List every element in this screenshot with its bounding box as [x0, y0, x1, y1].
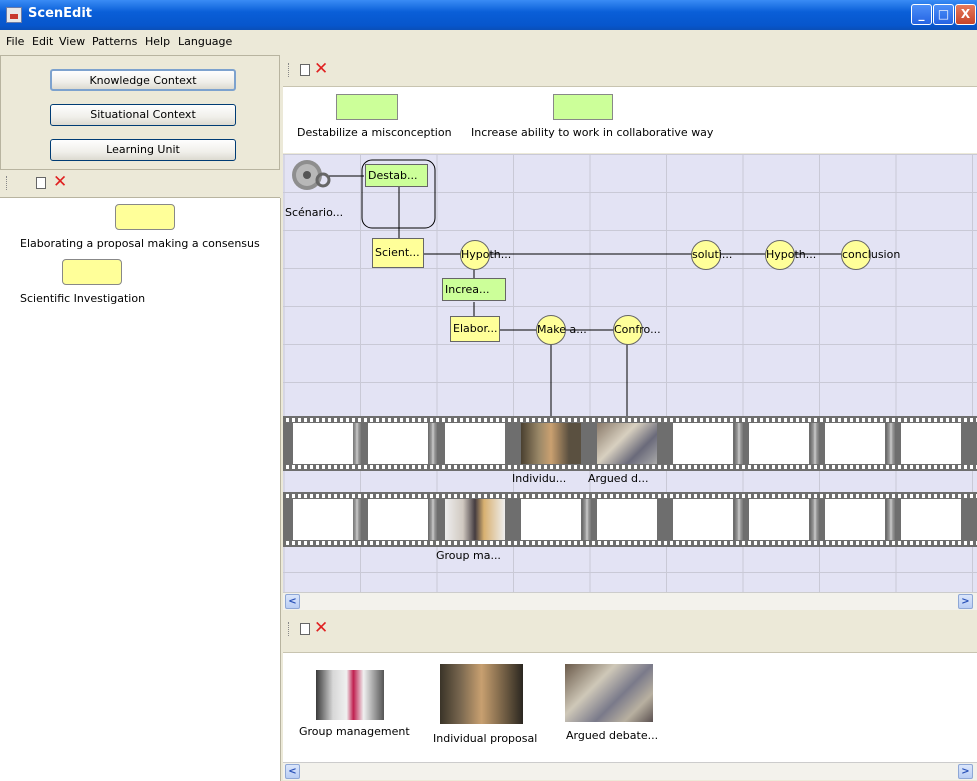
menu-help[interactable]: Help	[145, 35, 170, 48]
delete-icon[interactable]: ✕	[53, 174, 67, 191]
menu-view[interactable]: View	[59, 35, 85, 48]
scenario-canvas[interactable]: Scénario... Destab... Scient... Increa..…	[283, 154, 977, 592]
close-button[interactable]: X	[955, 4, 976, 25]
title-bar[interactable]	[0, 0, 977, 30]
film-frame[interactable]	[901, 499, 961, 540]
film-frame[interactable]	[901, 423, 961, 464]
photo-individual-frame[interactable]	[521, 423, 581, 464]
film-strip[interactable]	[283, 492, 977, 547]
activity-swatch[interactable]	[62, 259, 122, 285]
activity-circle-node[interactable]: conclusion	[841, 240, 900, 270]
activity-circle-node[interactable]: soluti...	[691, 240, 732, 270]
film-frame[interactable]	[749, 423, 809, 464]
argued-debate-thumbnail[interactable]	[565, 664, 653, 722]
situational-context-button[interactable]: Situational Context	[50, 104, 236, 126]
film-frame[interactable]	[445, 423, 505, 464]
activity-circle-node[interactable]: Confro...	[613, 315, 661, 345]
menu-patterns[interactable]: Patterns	[92, 35, 137, 48]
film-frame[interactable]	[825, 423, 885, 464]
film-frame[interactable]	[673, 423, 733, 464]
minimize-button[interactable]: _	[911, 4, 932, 25]
activity-circle-node[interactable]: Hypoth...	[460, 240, 511, 270]
film-reel-icon	[292, 160, 331, 190]
activity-palette	[0, 198, 281, 781]
objective-swatch[interactable]	[553, 94, 613, 120]
resource-label: Individual proposal	[433, 732, 538, 745]
film-frame[interactable]	[368, 423, 428, 464]
scroll-right-button[interactable]: >	[958, 594, 973, 609]
group-management-thumbnail[interactable]	[316, 670, 384, 720]
film-label: Group ma...	[436, 549, 501, 562]
scenario-label: Scénario...	[285, 206, 344, 219]
delete-icon[interactable]: ✕	[314, 620, 328, 637]
film-frame[interactable]	[293, 499, 353, 540]
photo-debate-frame[interactable]	[597, 423, 657, 464]
objective-node[interactable]: Increa...	[442, 278, 506, 301]
menu-language[interactable]: Language	[178, 35, 232, 48]
film-frame[interactable]	[521, 499, 581, 540]
objective-swatch[interactable]	[336, 94, 398, 120]
activity-circle-node[interactable]: Make a...	[536, 315, 587, 345]
film-frame[interactable]	[749, 499, 809, 540]
activity-label: Scientific Investigation	[20, 292, 146, 305]
resources-hscrollbar[interactable]: < >	[283, 762, 977, 780]
menu-file[interactable]: File	[6, 35, 24, 48]
objective-label: Destabilize a misconception	[297, 126, 452, 139]
film-frame[interactable]	[825, 499, 885, 540]
menu-edit[interactable]: Edit	[32, 35, 53, 48]
resource-label: Argued debate...	[566, 729, 659, 742]
film-label: Argued d...	[588, 472, 649, 485]
film-frame[interactable]	[597, 499, 657, 540]
resource-label: Group management	[299, 725, 410, 738]
maximize-button[interactable]: □	[933, 4, 954, 25]
activity-node[interactable]: Elabor...	[450, 316, 500, 342]
activity-node[interactable]: Scient...	[372, 238, 424, 268]
activity-label: Elaborating a proposal making a consensu…	[20, 237, 260, 250]
scroll-right-button[interactable]: >	[958, 764, 973, 779]
menu-bar: File Edit View Patterns Help Language	[0, 32, 977, 52]
app-icon	[6, 7, 22, 23]
film-frame[interactable]	[368, 499, 428, 540]
film-strip[interactable]	[283, 416, 977, 471]
film-frame[interactable]	[673, 499, 733, 540]
toolbar-grip[interactable]	[288, 622, 291, 636]
activity-swatch[interactable]	[115, 204, 175, 230]
knowledge-context-button[interactable]: Knowledge Context	[50, 69, 236, 91]
photo-group-frame[interactable]	[445, 499, 505, 540]
film-label: Individu...	[512, 472, 567, 485]
toolbar-grip[interactable]	[288, 63, 291, 77]
window-title: ScenEdit	[28, 6, 92, 21]
scroll-left-button[interactable]: <	[285, 594, 300, 609]
toolbar-grip[interactable]	[6, 176, 9, 190]
film-frame[interactable]	[293, 423, 353, 464]
individual-proposal-thumbnail[interactable]	[440, 664, 523, 724]
new-document-icon[interactable]	[300, 64, 310, 76]
objectives-toolbar	[283, 55, 977, 86]
delete-icon[interactable]: ✕	[314, 61, 328, 78]
new-document-icon[interactable]	[300, 623, 310, 635]
activity-circle-node[interactable]: Hypoth...	[765, 240, 816, 270]
scroll-left-button[interactable]: <	[285, 764, 300, 779]
resources-toolbar	[283, 612, 977, 652]
scenario-hscrollbar[interactable]: < >	[283, 592, 977, 610]
new-document-icon[interactable]	[36, 177, 46, 189]
objective-label: Increase ability to work in collaborativ…	[471, 126, 714, 139]
objective-node[interactable]: Destab...	[365, 164, 428, 187]
learning-unit-button[interactable]: Learning Unit	[50, 139, 236, 161]
